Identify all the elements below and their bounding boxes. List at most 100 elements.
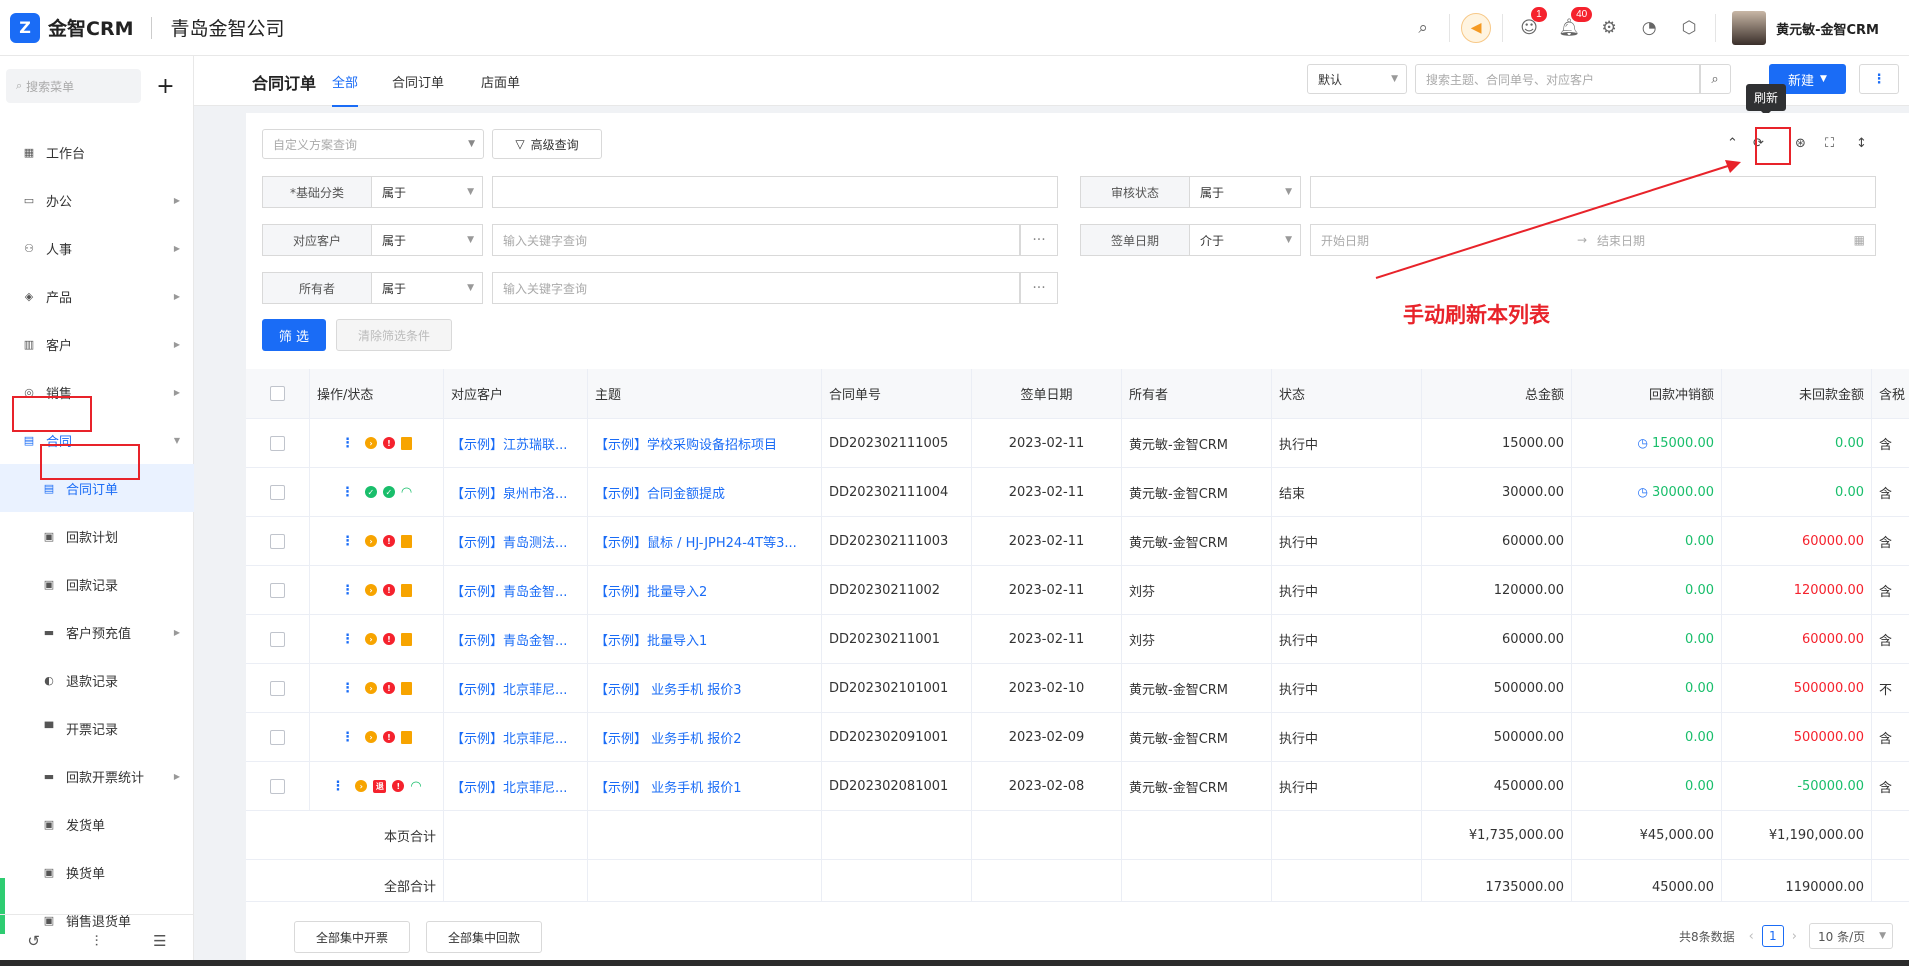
apply-filter-button[interactable]: 筛 选 [262, 319, 326, 351]
page-number[interactable]: 1 [1761, 925, 1784, 947]
col-header[interactable]: 未回款金额 [1722, 369, 1872, 418]
pending-status-icon[interactable]: › [365, 633, 377, 645]
collapse-up-icon[interactable]: ⌃ [1727, 136, 1738, 151]
advanced-query-button[interactable]: ▽ 高级查询 [492, 129, 602, 159]
subject-cell[interactable]: 【示例】鼠标 / HJ-JPH24-4T等3... [588, 517, 822, 565]
add-button[interactable]: + [149, 69, 182, 103]
row-actions-icon[interactable]: ⋮ [331, 779, 344, 794]
row-actions-icon[interactable]: ⋮ [341, 583, 354, 598]
customer-link[interactable]: 【示例】泉州市洛... [451, 483, 567, 502]
col-header[interactable]: 含税 [1872, 369, 1909, 418]
customer-link[interactable]: 【示例】北京菲尼... [451, 728, 567, 747]
alert-status-icon[interactable]: ! [383, 731, 395, 743]
alert-status-icon[interactable]: ! [383, 437, 395, 449]
customer-cell[interactable]: 【示例】泉州市洛... [444, 468, 588, 516]
batch-payment-button[interactable]: 全部集中回款 [426, 921, 542, 953]
cube-icon[interactable]: ⬡ [1669, 0, 1709, 56]
headset-status-icon[interactable]: ◠ [410, 779, 421, 794]
user-name[interactable]: 黄元敏-金智CRM [1776, 19, 1879, 38]
subject-link[interactable]: 【示例】 业务手机 报价3 [595, 679, 742, 698]
customer-cell[interactable]: 【示例】青岛金智... [444, 615, 588, 663]
search-input[interactable]: 搜索主题、合同单号、对应客户 [1415, 64, 1701, 94]
row-actions-icon[interactable]: ⋮ [341, 485, 354, 500]
subject-cell[interactable]: 【示例】批量导入1 [588, 615, 822, 663]
customer-cell[interactable]: 【示例】北京菲尼... [444, 713, 588, 761]
table-row[interactable]: ⋮ ›! 【示例】青岛测法... 【示例】鼠标 / HJ-JPH24-4T等3... D… [246, 517, 1909, 566]
table-row[interactable]: ⋮ ›! 【示例】江苏瑞联... 【示例】学校采购设备招标项目 DD2023021110… [246, 419, 1909, 468]
pending-status-icon[interactable]: › [355, 780, 368, 792]
history-icon[interactable]: ↺ [27, 932, 40, 950]
date-range-input[interactable]: 开始日期 → 结束日期 ▦ [1310, 224, 1876, 256]
menu-search-input[interactable]: ⌕ 搜索菜单 [6, 69, 141, 103]
batch-invoice-button[interactable]: 全部集中开票 [294, 921, 410, 953]
sidebar-item-sales[interactable]: ◎ 销售 ▶ [0, 368, 194, 416]
subject-link[interactable]: 【示例】鼠标 / HJ-JPH24-4T等3... [595, 532, 797, 551]
filter-operator[interactable]: 属于 ▼ [372, 272, 483, 304]
row-actions-icon[interactable]: ⋮ [341, 681, 354, 696]
customer-cell[interactable]: 【示例】江苏瑞联... [444, 419, 588, 467]
customer-link[interactable]: 【示例】江苏瑞联... [451, 434, 567, 453]
filter-operator[interactable]: 属于 ▼ [372, 224, 483, 256]
col-header[interactable]: 回款冲销额 [1572, 369, 1722, 418]
more-options-icon[interactable]: ··· [1020, 272, 1058, 304]
col-header[interactable]: 操作/状态 [310, 369, 444, 418]
row-actions-icon[interactable]: ⋮ [341, 730, 354, 745]
alert-status-icon[interactable]: ! [383, 682, 395, 694]
avatar[interactable] [1732, 11, 1767, 45]
tab-all[interactable]: 全部 [332, 72, 359, 107]
document-status-icon[interactable] [401, 534, 412, 548]
sidebar-item-office[interactable]: ▭ 办公 ▶ [0, 176, 194, 224]
sidebar-item-stats[interactable]: ▬ 回款开票统计 ▶ [0, 752, 194, 800]
sidebar-item-payment-record[interactable]: ▣ 回款记录 [0, 560, 194, 608]
pending-status-icon[interactable]: › [365, 437, 377, 449]
col-header[interactable]: 合同单号 [822, 369, 972, 418]
plan-select[interactable]: 自定义方案查询 ▼ [262, 129, 484, 159]
page-size-select[interactable]: 10 条/页 ▼ [1809, 923, 1893, 949]
notifications-button[interactable]: 🔔︎ 40 [1549, 0, 1593, 56]
sidebar-item-product[interactable]: ◈ 产品 ▶ [0, 272, 194, 320]
column-settings-icon[interactable]: ⊛ [1795, 136, 1806, 151]
col-header[interactable]: 状态 [1272, 369, 1422, 418]
approved-status-icon[interactable]: ✓ [382, 486, 395, 498]
customer-link[interactable]: 【示例】北京菲尼... [451, 777, 567, 796]
sidebar-item-invoice[interactable]: ▀ 开票记录 [0, 704, 194, 752]
alert-status-icon[interactable]: ! [392, 780, 405, 792]
sidebar-item-workbench[interactable]: ▦ 工作台 [0, 128, 194, 176]
customer-cell[interactable]: 【示例】青岛金智... [444, 566, 588, 614]
table-row[interactable]: ⋮ ›! 【示例】青岛金智... 【示例】批量导入2 DD20230211002 2023… [246, 566, 1909, 615]
document-status-icon[interactable] [401, 583, 412, 597]
col-header[interactable]: 主题 [588, 369, 822, 418]
row-checkbox[interactable] [270, 729, 285, 745]
alert-status-icon[interactable]: ! [383, 633, 395, 645]
sidebar-item-customer[interactable]: ▥ 客户 ▶ [0, 320, 194, 368]
pending-status-icon[interactable]: › [365, 535, 377, 547]
document-status-icon[interactable] [401, 632, 412, 646]
sidebar-item-prepaid[interactable]: ▬ 客户预充值 ▶ [0, 608, 194, 656]
tab-contract-order[interactable]: 合同订单 [392, 72, 444, 91]
row-actions-icon[interactable]: ⋮ [341, 534, 354, 549]
pending-status-icon[interactable]: › [365, 731, 377, 743]
filter-customer-value[interactable]: 输入关键字查询 [492, 224, 1020, 256]
table-row[interactable]: ⋮ ›! 【示例】青岛金智... 【示例】批量导入1 DD20230211001 2023… [246, 615, 1909, 664]
fullscreen-icon[interactable]: ⛶ [1825, 136, 1834, 151]
sidebar-item-contract[interactable]: ▤ 合同 ▼ [0, 416, 194, 464]
customer-link[interactable]: 【示例】青岛金智... [451, 581, 567, 600]
table-row[interactable]: ⋮ › 退! ◠ 【示例】北京菲尼... 【示例】 业务手机 报价1 DD202302081… [246, 762, 1909, 811]
table-row[interactable]: ⋮ ›! 【示例】北京菲尼... 【示例】 业务手机 报价2 DD20230209100… [246, 713, 1909, 762]
view-select[interactable]: 默认 ▼ [1307, 64, 1407, 94]
pending-status-icon[interactable]: › [365, 584, 377, 596]
row-checkbox[interactable] [270, 778, 285, 794]
customer-cell[interactable]: 【示例】青岛测法... [444, 517, 588, 565]
clear-filter-button[interactable]: 清除筛选条件 [336, 319, 452, 351]
customer-cell[interactable]: 【示例】北京菲尼... [444, 664, 588, 712]
return-status-icon[interactable]: 退 [373, 779, 387, 793]
settings-sliders-icon[interactable]: ⫶ [95, 932, 99, 950]
tab-store-order[interactable]: 店面单 [481, 72, 520, 91]
row-checkbox[interactable] [270, 680, 285, 696]
customer-link[interactable]: 【示例】北京菲尼... [451, 679, 567, 698]
refresh-icon[interactable]: ⟳ [1753, 136, 1764, 151]
search-icon[interactable]: ⌕ [1699, 64, 1731, 94]
row-height-icon[interactable]: ↕ [1856, 136, 1867, 151]
subject-cell[interactable]: 【示例】 业务手机 报价2 [588, 713, 822, 761]
row-checkbox[interactable] [270, 533, 285, 549]
